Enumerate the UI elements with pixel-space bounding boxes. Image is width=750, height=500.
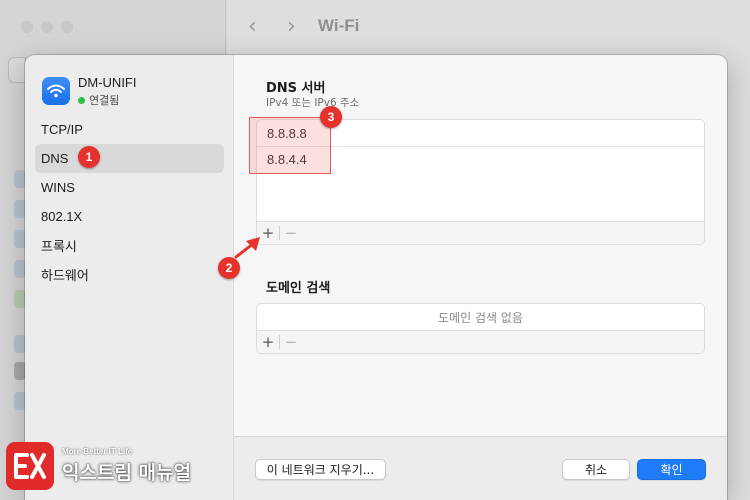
network-details-sheet: DM-UNIFI 연결됨 TCP/IP DNS WINS 802.1X 프록시 … (25, 55, 727, 500)
add-search-domain-button[interactable]: + (257, 331, 279, 353)
wifi-icon (42, 77, 70, 105)
sidebar-item-tcpip[interactable]: TCP/IP (35, 115, 224, 144)
sidebar-item-dns[interactable]: DNS (35, 144, 224, 173)
sidebar-item-hardware[interactable]: 하드웨어 (35, 260, 224, 289)
watermark-brand: 익스트림 매뉴얼 (62, 462, 191, 484)
status-dot-icon (78, 96, 85, 104)
step-marker-3: 3 (320, 106, 342, 128)
brand-logo-icon (6, 442, 54, 490)
forget-network-button[interactable]: 이 네트워크 지우기... (255, 459, 386, 480)
watermark-text: More Better IT Life 익스트림 매뉴얼 (62, 447, 191, 485)
connection-status-label: 연결됨 (89, 94, 120, 107)
domain-section-title: 도메인 검색 (266, 281, 331, 296)
watermark: More Better IT Life 익스트림 매뉴얼 (6, 438, 211, 494)
sidebar-item-label: 프록시 (41, 239, 77, 254)
dns-list-toolbar: + − (257, 221, 704, 244)
sidebar-item-label: 802.1X (41, 209, 83, 224)
dns-section-title: DNS 서버 (266, 81, 326, 96)
sidebar-item-8021x[interactable]: 802.1X (35, 202, 224, 231)
sheet-footer: 이 네트워크 지우기... 취소 확인 (234, 436, 727, 500)
search-field[interactable] (8, 57, 26, 83)
back-button[interactable]: ‹ (248, 14, 257, 39)
minimize-window-button[interactable] (41, 21, 53, 33)
zoom-window-button[interactable] (61, 21, 73, 33)
sidebar-item-label: WINS (41, 180, 75, 195)
dns-section-subtitle: IPv4 또는 IPv6 주소 (266, 97, 360, 109)
search-domain-list: 도메인 검색 없음 + − (256, 303, 705, 354)
sidebar-item-label: TCP/IP (41, 122, 83, 137)
domain-list-toolbar: + − (257, 330, 704, 353)
arrow-icon (234, 237, 260, 259)
network-name: DM-UNIFI (78, 75, 137, 90)
sidebar-item-wins[interactable]: WINS (35, 173, 224, 202)
connection-status: 연결됨 (78, 92, 119, 108)
dns-settings-panel: DNS 서버 IPv4 또는 IPv6 주소 8.8.8.8 8.8.4.4 +… (234, 55, 727, 436)
remove-search-domain-button[interactable]: − (280, 331, 302, 353)
sheet-sidebar: DM-UNIFI 연결됨 TCP/IP DNS WINS 802.1X 프록시 … (25, 55, 234, 500)
sidebar-item-label: DNS (41, 151, 69, 166)
dns-servers-highlight (249, 117, 331, 174)
remove-dns-server-button[interactable]: − (280, 222, 302, 244)
cancel-button[interactable]: 취소 (562, 459, 630, 480)
window-title: Wi-Fi (318, 16, 360, 35)
step-marker-1: 1 (78, 146, 100, 168)
sidebar-item-proxy[interactable]: 프록시 (35, 231, 224, 260)
forward-button[interactable]: › (287, 14, 296, 39)
watermark-tagline: More Better IT Life (62, 447, 133, 456)
ok-button[interactable]: 확인 (637, 459, 706, 480)
search-domain-empty-text: 도메인 검색 없음 (438, 311, 523, 325)
close-window-button[interactable] (21, 21, 33, 33)
sidebar-item-label: 하드웨어 (41, 268, 89, 283)
